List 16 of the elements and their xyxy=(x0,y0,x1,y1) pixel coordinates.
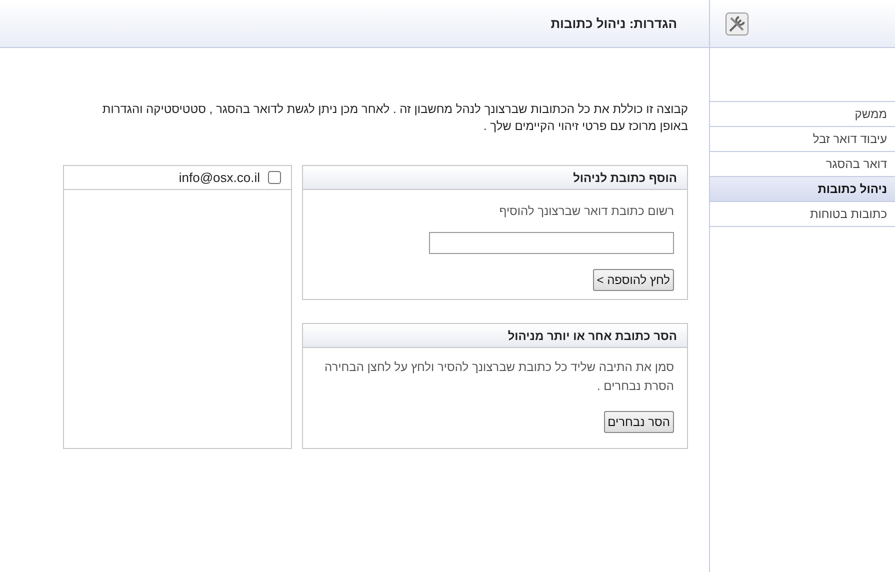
sidebar-item[interactable]: עיבוד דואר זבל xyxy=(710,127,895,152)
panel-title: הסר כתובת אחר או יותר מניהול xyxy=(508,328,677,344)
instruction-text: רשום כתובת דואר שברצונך להוסיף xyxy=(498,203,674,220)
email-input-field[interactable] xyxy=(429,232,674,254)
email-address: info@osx.co.il xyxy=(178,168,260,187)
description-text: קבוצה זו כוללת את כל הכתובות שברצונך לנהל מחשבון זה . לאחר מכן ניתן לגשת לדואר בהסגר , סטטיסטיקה והגדרות באופן מרוכז עם פרטי זיהוי הקיימים שלך . xyxy=(101,101,688,135)
wrench-screwdriver-icon xyxy=(725,12,749,36)
page-title: הגדרות: ניהול כתובות xyxy=(550,14,677,33)
address-checkbox[interactable] xyxy=(268,171,281,184)
panel-title: הוסף כתובת לניהול xyxy=(573,170,677,186)
remove-selected-button[interactable]: הסר נבחרים xyxy=(604,411,674,433)
sidebar-item[interactable]: ממשק xyxy=(710,102,895,127)
sidebar-item[interactable]: ניהול כתובות xyxy=(710,177,895,202)
add-button[interactable]: לחץ להוספה > xyxy=(592,269,674,291)
instruction-text: סמן את התיבה שליד כל כתובת שברצונך להסיר ולחץ על לחצן הבחירה הסרת נבחרים . xyxy=(324,359,674,395)
sidebar-item[interactable]: כתובות בטוחות xyxy=(710,202,895,227)
